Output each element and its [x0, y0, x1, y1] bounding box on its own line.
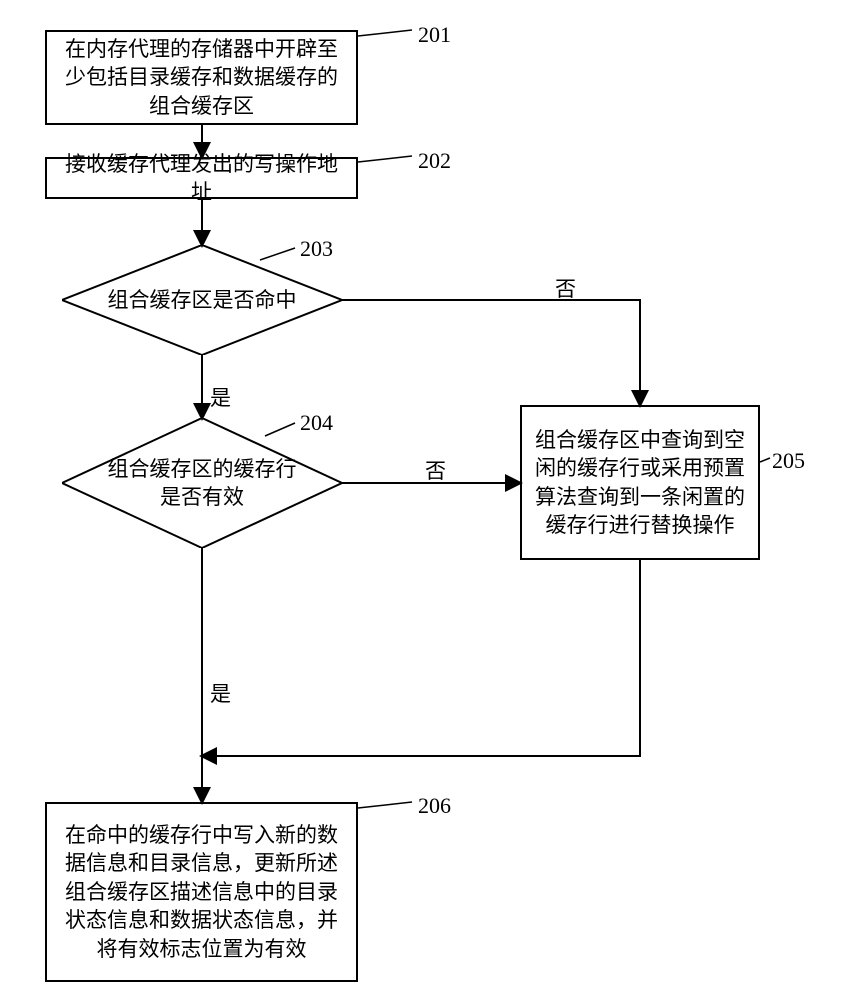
edge-label-203-no: 否	[555, 273, 576, 303]
ref-203: 203	[300, 236, 333, 262]
flow-box-206: 在命中的缓存行中写入新的数据信息和目录信息，更新所述组合缓存区描述信息中的目录状…	[45, 802, 358, 982]
flow-decision-203-text: 组合缓存区是否命中	[108, 286, 297, 314]
flow-box-205: 组合缓存区中查询到空闲的缓存行或采用预置算法查询到一条闲置的缓存行进行替换操作	[520, 405, 760, 560]
flow-box-201-text: 在内存代理的存储器中开辟至少包括目录缓存和数据缓存的组合缓存区	[55, 35, 348, 120]
flow-box-206-text: 在命中的缓存行中写入新的数据信息和目录信息，更新所述组合缓存区描述信息中的目录状…	[55, 821, 348, 963]
ref-202: 202	[418, 148, 451, 174]
ref-206: 206	[418, 793, 451, 819]
flow-decision-204: 组合缓存区的缓存行是否有效	[62, 418, 342, 548]
edge-label-204-yes: 是	[210, 678, 231, 708]
flow-box-205-text: 组合缓存区中查询到空闲的缓存行或采用预置算法查询到一条闲置的缓存行进行替换操作	[530, 426, 750, 539]
flow-decision-204-text: 组合缓存区的缓存行是否有效	[102, 455, 302, 512]
edge-label-204-no: 否	[425, 455, 446, 485]
flow-box-201: 在内存代理的存储器中开辟至少包括目录缓存和数据缓存的组合缓存区	[45, 30, 358, 125]
flow-box-202: 接收缓存代理发出的写操作地址	[45, 157, 358, 199]
flow-box-202-text: 接收缓存代理发出的写操作地址	[55, 150, 348, 207]
ref-204: 204	[300, 410, 333, 436]
edge-label-203-yes: 是	[210, 382, 231, 412]
ref-205: 205	[772, 448, 805, 474]
ref-201: 201	[418, 22, 451, 48]
